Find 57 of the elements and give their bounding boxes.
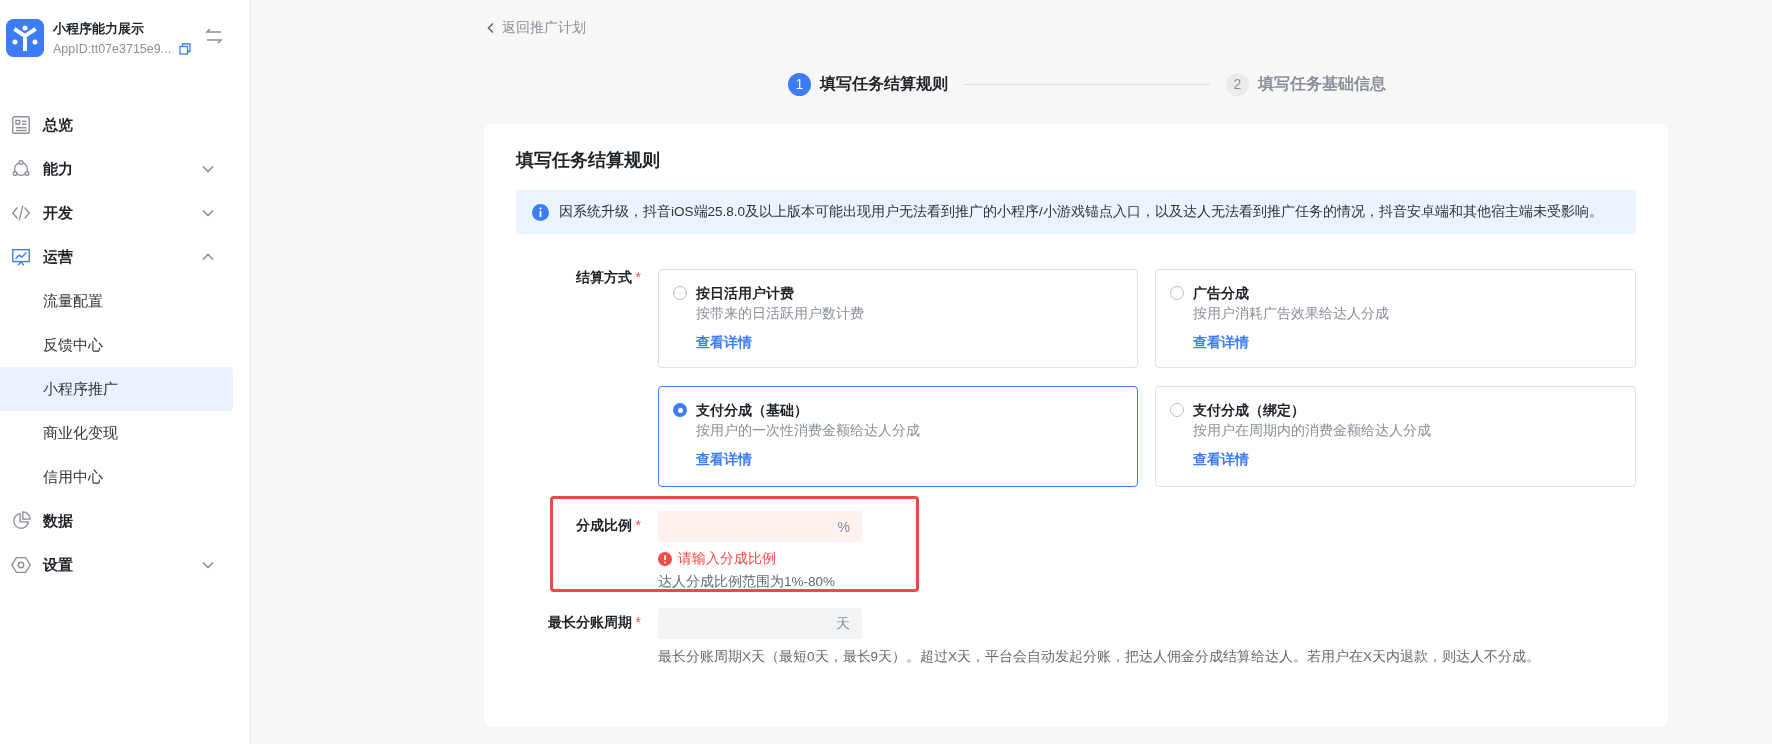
info-icon <box>532 203 549 221</box>
sidebar-item[interactable]: 运营 <box>0 235 233 279</box>
option-description: 按用户的一次性消费金额给达人分成 <box>696 422 920 440</box>
option-title: 支付分成（基础） <box>696 401 808 419</box>
settlement-option[interactable]: 支付分成（基础） 按用户的一次性消费金额给达人分成 查看详情 <box>658 386 1138 487</box>
details-link[interactable]: 查看详情 <box>1193 451 1249 469</box>
app-name: 小程序能力展示 <box>53 20 145 38</box>
step-label: 填写任务结算规则 <box>820 73 948 94</box>
required-mark: * <box>635 269 641 285</box>
settlement-option[interactable]: 广告分成 按用户消耗广告效果给达人分成 查看详情 <box>1155 269 1636 368</box>
sidebar-item[interactable]: 流量配置 <box>0 279 233 323</box>
field-hint: 达人分成比例范围为1%-80% <box>658 573 836 591</box>
chevron-left-icon <box>486 22 496 34</box>
step-label: 填写任务基础信息 <box>1258 73 1386 94</box>
sidebar-item[interactable]: 能力 <box>0 147 233 191</box>
settlement-option[interactable]: 按日活用户计费 按带来的日活跃用户数计费 查看详情 <box>658 269 1138 368</box>
required-mark: * <box>635 517 641 533</box>
app-id: AppID:tt07e3715e9... <box>53 42 172 56</box>
sidebar-item[interactable]: 商业化变现 <box>0 411 233 455</box>
copy-icon[interactable] <box>179 43 192 55</box>
option-title: 按日活用户计费 <box>696 284 794 302</box>
option-title: 支付分成（绑定） <box>1193 401 1305 419</box>
field-label: 分成比例 <box>575 517 632 535</box>
switch-icon[interactable] <box>205 27 224 45</box>
settlement-option[interactable]: 支付分成（绑定） 按用户在周期内的消费金额给达人分成 查看详情 <box>1155 386 1636 487</box>
unit-suffix: % <box>837 518 850 535</box>
option-description: 按用户在周期内的消费金额给达人分成 <box>1193 422 1431 440</box>
option-title: 广告分成 <box>1193 284 1249 302</box>
presentation-chart-icon <box>10 246 32 268</box>
error-message: 请输入分成比例 <box>678 550 776 568</box>
settings-icon <box>10 554 32 576</box>
app-logo-icon <box>6 19 44 57</box>
field-label: 最长分账周期 <box>547 614 632 632</box>
notice-text: 因系统升级，抖音iOS端25.8.0及以上版本可能出现用户无法看到推广的小程序/小游戏锚点入口，以及达人无法看到推广任务的情况，抖音安卓端和其他宿主端未受影响。 <box>559 203 1603 221</box>
step-number: 2 <box>1226 72 1249 96</box>
required-mark: * <box>635 614 641 630</box>
sidebar-item[interactable]: 数据 <box>0 499 233 543</box>
sidebar-item[interactable]: 开发 <box>0 191 233 235</box>
sidebar-item[interactable]: 反馈中心 <box>0 323 233 367</box>
details-link[interactable]: 查看详情 <box>696 334 752 352</box>
unit-suffix: 天 <box>836 614 850 633</box>
sidebar-item[interactable]: 设置 <box>0 543 233 587</box>
radio-button[interactable] <box>673 403 687 417</box>
pie-chart-icon <box>10 510 32 532</box>
sidebar-item[interactable]: 小程序推广 <box>0 367 233 411</box>
field-hint: 最长分账周期X天（最短0天，最长9天）。超过X天，平台会自动发起分账，把达人佣金分成结算给达人。若用户在X天内退款，则达人不分成。 <box>658 648 1541 666</box>
form-title: 填写任务结算规则 <box>516 149 661 172</box>
step-number: 1 <box>788 72 811 96</box>
details-link[interactable]: 查看详情 <box>696 451 752 469</box>
details-link[interactable]: 查看详情 <box>1193 334 1249 352</box>
option-description: 按带来的日活跃用户数计费 <box>696 305 864 323</box>
sidebar-item[interactable]: 信用中心 <box>0 455 233 499</box>
option-description: 按用户消耗广告效果给达人分成 <box>1193 305 1389 323</box>
overview-icon <box>10 114 32 136</box>
error-icon <box>658 552 672 566</box>
sidebar-item[interactable]: 总览 <box>0 103 233 147</box>
field-label: 结算方式 <box>575 269 632 287</box>
